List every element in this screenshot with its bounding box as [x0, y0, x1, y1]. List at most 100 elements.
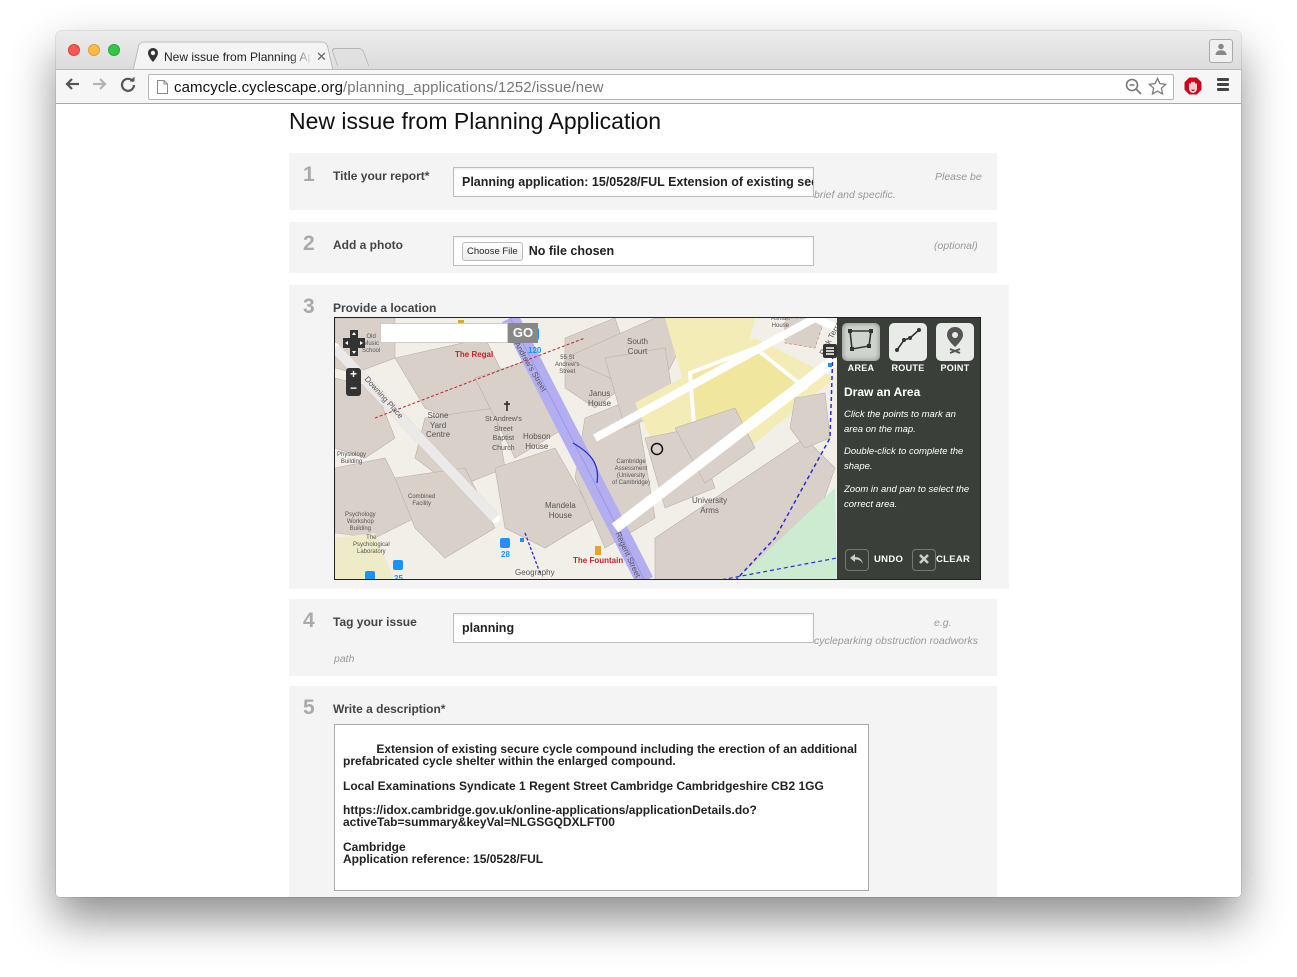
clear-label[interactable]: CLEAR: [936, 554, 970, 565]
step-tags: 4 Tag your issue planning e.g. cyclepark…: [289, 599, 997, 676]
draw-tool-area-label: AREA: [847, 363, 875, 373]
map-label-ashton-house: Ashton House: [771, 317, 790, 329]
map-label-combined-facility: Combined Facility: [408, 494, 436, 507]
reload-icon[interactable]: [120, 76, 136, 97]
map-label-stone-yard-centre: Stone Yard Centre: [426, 411, 451, 439]
clear-x-icon: [919, 551, 929, 569]
tags-hint-line2: cycleparking obstruction roadworks: [814, 635, 978, 647]
map-zoom-out-button[interactable]: −: [346, 382, 361, 396]
tags-input[interactable]: planning: [453, 613, 814, 643]
back-arrow-icon[interactable]: [64, 76, 80, 97]
map-label-psychological-laboratory: The Psychological Laboratory: [353, 535, 390, 555]
address-bar[interactable]: camcycle.cyclescape.org/planning_applica…: [148, 74, 1174, 100]
map-label-baptist-church: St Andrew's Street Baptist Church: [485, 416, 522, 452]
undo-button[interactable]: [845, 549, 869, 571]
location-map[interactable]: The Regal 120 55 St Andrew's Street Sout…: [334, 317, 981, 580]
draw-tool-point[interactable]: [936, 323, 974, 361]
description-text: Extension of existing secure cycle compo…: [343, 742, 858, 867]
draw-panel-title: Draw an Area: [844, 385, 921, 399]
file-status: No file chosen: [528, 244, 615, 258]
map-label-janus-house: Janus House: [588, 389, 612, 408]
map-label-cambridge-assessment: Cambridge Assessment (University of Camb…: [612, 459, 651, 486]
page-icon: [157, 80, 168, 94]
step-location: 3 Provide a location The Regal 120 55 St…: [289, 285, 1009, 589]
step-label: Title your report*: [333, 169, 430, 183]
tab-bar: New issue from Planning Application ✕: [56, 31, 1241, 70]
step-label: Provide a location: [333, 301, 437, 315]
map-layers-button[interactable]: [823, 344, 837, 358]
page-title: New issue from Planning Application: [289, 108, 662, 134]
browser-tab-content[interactable]: New issue from Planning Application ✕: [148, 47, 327, 67]
clear-button[interactable]: [912, 549, 936, 571]
draw-tool-route[interactable]: [889, 323, 927, 361]
new-tab-button[interactable]: [330, 48, 370, 66]
close-window-button[interactable]: [68, 44, 80, 56]
step-number: 5: [303, 696, 315, 719]
star-icon[interactable]: [1147, 76, 1168, 101]
browser-window: New issue from Planning Application ✕ ca…: [56, 31, 1241, 897]
step-number: 4: [303, 609, 315, 632]
map-label-bus-120: 120: [528, 346, 542, 355]
photo-hint: (optional): [934, 240, 978, 252]
draw-panel: AREA ROUTE POINT Draw an Area Click the …: [837, 318, 980, 579]
step-number: 2: [303, 232, 315, 255]
browser-toolbar: camcycle.cyclescape.org/planning_applica…: [56, 69, 1241, 104]
page-content: New issue from Planning Application 1 Ti…: [56, 104, 1241, 897]
draw-instruction: Click the points to mark an area on the …: [844, 409, 956, 435]
step-label: Write a description*: [333, 702, 446, 716]
title-hint-line1: Please be: [935, 171, 982, 183]
resize-grip-icon[interactable]: [859, 881, 867, 889]
profile-button[interactable]: [1209, 39, 1233, 63]
minimize-window-button[interactable]: [88, 44, 100, 56]
url-host: camcycle.cyclescape.org: [174, 78, 344, 96]
map-pin-icon: [148, 47, 158, 67]
map-zoom-in-button[interactable]: +: [346, 368, 361, 382]
title-input[interactable]: Planning application: 15/0528/FUL Extens…: [453, 167, 814, 197]
title-hint-line2: brief and specific.: [814, 189, 896, 201]
choose-file-button[interactable]: Choose File: [462, 241, 523, 261]
zoom-out-icon[interactable]: [1125, 78, 1142, 100]
map-label-bus-25: 25: [394, 574, 403, 580]
step-label: Tag your issue: [333, 615, 417, 629]
undo-label[interactable]: UNDO: [874, 554, 903, 565]
map-label-physiology-building: Physiology Building: [337, 452, 367, 465]
map-label-55-st-andrews: 55 St Andrew's Street: [555, 355, 580, 375]
step-title: 1 Title your report* Planning applicatio…: [289, 153, 997, 210]
step-number: 3: [303, 295, 315, 318]
maximize-window-button[interactable]: [108, 44, 120, 56]
map-label-the-fountain: The Fountain: [573, 556, 624, 565]
draw-tool-route-label: ROUTE: [891, 363, 925, 373]
step-number: 1: [303, 163, 315, 186]
area-polygon-icon: [847, 328, 875, 357]
step-photo: 2 Add a photo Choose File No file chosen…: [289, 222, 997, 273]
map-label-bus-28: 28: [501, 550, 510, 559]
draw-instruction: Zoom in and pan to select the correct ar…: [844, 484, 970, 510]
map-pan-control[interactable]: [343, 330, 365, 356]
map-label-mandela-house: Mandela House: [545, 501, 576, 520]
description-textarea[interactable]: Extension of existing secure cycle compo…: [334, 724, 869, 891]
photo-file-input[interactable]: Choose File No file chosen: [453, 236, 814, 266]
map-zoom-control: + −: [346, 368, 361, 396]
hamburger-menu-icon[interactable]: [1217, 78, 1229, 93]
point-marker-icon: [945, 326, 965, 359]
url-text: camcycle.cyclescape.org/planning_applica…: [174, 79, 604, 96]
draw-instruction: Double-click to complete the shape.: [844, 446, 964, 472]
map-search-input[interactable]: [380, 323, 508, 343]
step-description: 5 Write a description* Extension of exis…: [289, 686, 997, 897]
map-go-button[interactable]: GO: [508, 323, 538, 343]
draw-tool-area[interactable]: [842, 323, 880, 361]
map-label-south-court: South Court: [627, 337, 648, 356]
url-path: /planning_applications/1252/issue/new: [343, 78, 604, 96]
map-label-the-regal: The Regal: [455, 350, 494, 359]
adblock-stop-hand-icon[interactable]: [1183, 76, 1203, 101]
map-label-university-arms: University Arms: [692, 496, 728, 515]
tab-title: New issue from Planning Application: [164, 50, 312, 64]
map-label-hobson-house: Hobson House: [523, 432, 551, 451]
person-icon: [1215, 42, 1227, 60]
tags-hint-line1: e.g.: [934, 617, 952, 629]
tags-hint-line3: path: [334, 653, 355, 665]
tab-close-icon[interactable]: ✕: [316, 49, 327, 65]
draw-tool-point-label: POINT: [940, 363, 970, 373]
forward-arrow-icon[interactable]: [92, 76, 108, 97]
undo-arrow-icon: [850, 551, 864, 569]
